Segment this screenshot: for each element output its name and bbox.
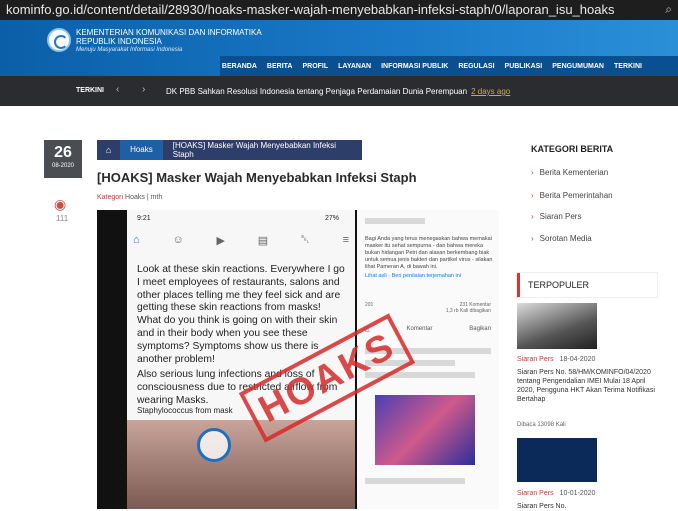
brand[interactable]: KEMENTERIAN KOMUNIKASI DAN INFORMATIKA R… xyxy=(76,28,262,55)
marketplace-icon: ▤ xyxy=(257,235,269,247)
meta-author: mth xyxy=(150,194,163,201)
popular-thumbnail[interactable] xyxy=(517,438,597,482)
tagline: Menuju Masyarakat Informasi Indonesia xyxy=(76,47,183,53)
phone-battery: 27% xyxy=(324,215,339,222)
video-icon: ▶ xyxy=(216,235,225,247)
fb-tabs: ⌂ ☺ ▶ ▤ ␇ ≡ xyxy=(133,234,349,247)
ticker-headline[interactable]: DK PBB Sahkan Resolusi Indonesia tentang… xyxy=(166,87,510,96)
meta-category[interactable]: Hoaks xyxy=(125,194,145,201)
nav-berita[interactable]: BERITA xyxy=(267,63,293,70)
address-bar[interactable]: kominfo.go.id/content/detail/28930/hoaks… xyxy=(0,0,678,20)
translated-text: Bagi Anda yang terus menegaskan bahwa me… xyxy=(365,236,493,279)
popular-category[interactable]: Siaran Pers 18-04-2020 xyxy=(517,356,595,363)
kominfo-logo-icon[interactable] xyxy=(47,28,71,52)
view-count: 111 xyxy=(56,214,69,223)
main-nav: BERANDA BERITA PROFIL LAYANAN INFORMASI … xyxy=(220,56,678,76)
home-icon[interactable]: ⌂ xyxy=(97,145,120,155)
kategori-item[interactable]: › Siaran Pers xyxy=(531,212,581,221)
kategori-item[interactable]: › Berita Kementerian xyxy=(531,168,608,177)
breadcrumb: ⌂ Hoaks [HOAKS] Masker Wajah Menyebabkan… xyxy=(97,140,362,160)
kategori-item[interactable]: › Berita Pemerintahan xyxy=(531,191,613,200)
terpopuler-title: TERPOPULER xyxy=(517,273,657,297)
popular-date: 18-04-2020 xyxy=(559,356,596,363)
nav-beranda[interactable]: BERANDA xyxy=(222,63,257,70)
date-day: 26 xyxy=(54,144,72,161)
news-ticker: TERKINI ‹ › DK PBB Sahkan Resolusi Indon… xyxy=(0,76,678,106)
article-meta: Kategori Hoaks | mth xyxy=(97,194,163,201)
eye-icon: ◉ xyxy=(54,196,67,212)
nav-regulasi[interactable]: REGULASI xyxy=(458,63,494,70)
date-badge: 26 08-2020 xyxy=(44,140,82,178)
blurred-photo xyxy=(375,395,475,465)
article-image: 9:21 27% ⌂ ☺ ▶ ▤ ␇ ≡ Look at these skin … xyxy=(97,210,499,509)
chevron-right-icon: › xyxy=(531,234,534,243)
chevron-right-icon[interactable]: › xyxy=(142,84,145,95)
nav-profil[interactable]: PROFIL xyxy=(302,63,328,70)
nav-publikasi[interactable]: PUBLIKASI xyxy=(505,63,543,70)
ticker-ago[interactable]: 2 days ago xyxy=(471,87,510,96)
comment-action: Komentar xyxy=(406,326,433,332)
popular-date: 10-01-2020 xyxy=(559,490,596,497)
bell-icon: ␇ xyxy=(300,234,310,246)
chevron-right-icon: › xyxy=(531,212,534,221)
see-original-link: Lihat asli xyxy=(365,273,387,279)
nav-informasi-publik[interactable]: INFORMASI PUBLIK xyxy=(381,63,448,70)
chevron-left-icon[interactable]: ‹ xyxy=(116,84,119,95)
search-icon[interactable]: ⌕ xyxy=(665,2,672,17)
url-text[interactable]: kominfo.go.id/content/detail/28930/hoaks… xyxy=(6,2,614,17)
nav-terkini[interactable]: TERKINI xyxy=(614,63,642,70)
blurred-name xyxy=(365,218,425,224)
face-photo xyxy=(127,420,355,509)
popular-category[interactable]: Siaran Pers 10-01-2020 xyxy=(517,490,595,497)
shares-count: 1,3 rb Kali dibagikan xyxy=(445,308,491,314)
popular-title[interactable]: Siaran Pers No. 58/HM/KOMINFO/04/2020 te… xyxy=(517,368,657,404)
breadcrumb-hoaks[interactable]: Hoaks xyxy=(120,140,163,160)
rate-translation: Beri penilaian terjemahan ini xyxy=(391,273,462,279)
chevron-right-icon: › xyxy=(531,191,534,200)
kategori-item[interactable]: › Sorotan Media xyxy=(531,234,592,243)
groups-icon: ☺ xyxy=(172,234,184,246)
chevron-right-icon: › xyxy=(531,168,534,177)
nav-layanan[interactable]: LAYANAN xyxy=(338,63,371,70)
breadcrumb-current: [HOAKS] Masker Wajah Menyebabkan Infeksi… xyxy=(172,141,337,159)
date-month-year: 08-2020 xyxy=(51,163,75,169)
post-stats: 201 231 Komentar 1,3 rb Kali dibagikan xyxy=(365,302,491,314)
ticker-label: TERKINI xyxy=(76,87,104,94)
home-icon: ⌂ xyxy=(133,234,140,246)
kominfo-watermark-icon xyxy=(197,428,231,462)
phone-status-bar: 9:21 27% xyxy=(137,215,347,222)
reactions-count: 201 xyxy=(365,302,374,308)
ministry-line1: KEMENTERIAN KOMUNIKASI DAN INFORMATIKA xyxy=(76,28,262,37)
main-content: 26 08-2020 ◉ 111 ⌂ Hoaks [HOAKS] Masker … xyxy=(0,106,678,511)
kategori-title: KATEGORI BERITA xyxy=(531,144,614,154)
menu-icon: ≡ xyxy=(342,234,349,246)
ministry-line2: REPUBLIK INDONESIA xyxy=(76,37,162,46)
article-title: [HOAKS] Masker Wajah Menyebabkan Infeksi… xyxy=(97,170,417,185)
phone-time: 9:21 xyxy=(137,215,151,222)
popular-title[interactable]: Siaran Pers No. xyxy=(517,502,657,511)
post-text-3: Staphylococcus from mask xyxy=(137,406,233,415)
blurred-line xyxy=(365,478,465,484)
popular-thumbnail[interactable] xyxy=(517,303,597,349)
meta-label: Kategori xyxy=(97,194,124,201)
nav-pengumuman[interactable]: PENGUMUMAN xyxy=(552,63,604,70)
black-bar xyxy=(97,210,127,509)
popular-reads: Dibaca 13098 Kali xyxy=(517,422,566,428)
share-action: Bagikan xyxy=(469,326,491,332)
